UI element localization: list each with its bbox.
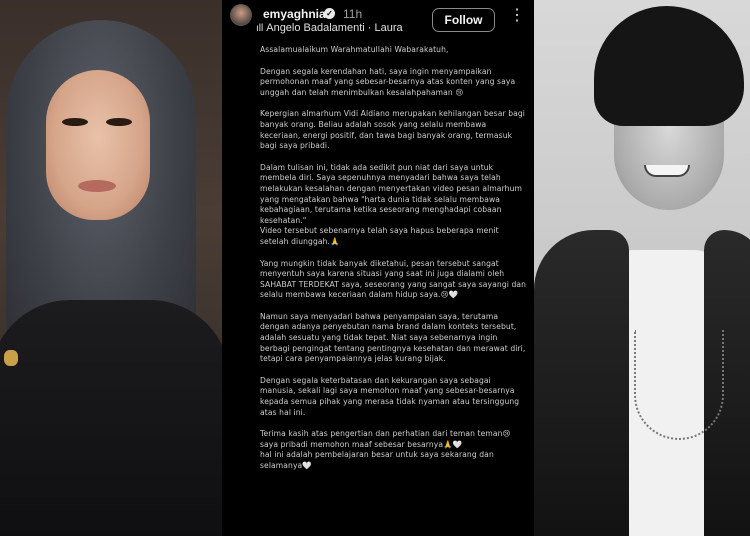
music-bars-icon: ıll xyxy=(256,23,264,34)
caption-paragraph: Namun saya menyadari bahwa penyampaian s… xyxy=(260,311,526,364)
left-eye-shape xyxy=(62,118,88,126)
right-eye-shape xyxy=(106,118,132,126)
post-caption: Assalamualaikum Warahmatullahi Wabarakat… xyxy=(260,45,528,472)
right-photo xyxy=(534,0,750,536)
jacket-left-shape xyxy=(534,230,629,536)
avatar[interactable] xyxy=(230,4,252,26)
left-photo xyxy=(0,0,222,536)
post-header: emyaghnia ✓ 11h ıll Angelo Badalamenti · … xyxy=(222,0,534,40)
caption-paragraph: hal ini adalah pembelajaran besar untuk … xyxy=(260,450,494,470)
caption-paragraph: Video tersebut sebenarnya telah saya hap… xyxy=(260,226,499,246)
face-shape xyxy=(46,70,150,220)
follow-button[interactable]: Follow xyxy=(432,8,495,32)
music-attribution[interactable]: ıll Angelo Badalamenti · Laura xyxy=(256,22,403,34)
username[interactable]: emyaghnia xyxy=(263,7,326,21)
caption-paragraph: Kepergian almarhum Vidi Aldiano merupaka… xyxy=(260,109,526,151)
verified-icon: ✓ xyxy=(324,8,335,19)
post-time: 11h xyxy=(343,7,363,21)
music-label: Angelo Badalamenti · Laura xyxy=(266,22,403,34)
caption-paragraph: saya pribadi memohon maaf sebesar besarn… xyxy=(260,439,463,449)
caption-paragraph: Dengan segala kerendahan hati, saya ingi… xyxy=(260,66,516,97)
caption-paragraph: Dalam tulisan ini, tidak ada sedikit pun… xyxy=(260,162,522,225)
necklace-shape xyxy=(634,330,724,440)
caption-paragraph: Terima kasih atas pengertian dan perhati… xyxy=(260,429,511,439)
brooch-shape xyxy=(4,350,18,366)
threads-post: emyaghnia ✓ 11h ıll Angelo Badalamenti · … xyxy=(222,0,534,536)
more-options-icon[interactable]: ⋮ xyxy=(509,8,525,24)
caption-paragraph: Yang mungkin tidak banyak diketahui, pes… xyxy=(260,258,527,300)
caption-paragraph: Assalamualaikum Warahmatullahi Wabarakat… xyxy=(260,45,449,54)
lips-shape xyxy=(78,180,116,192)
blazer-shape xyxy=(0,300,222,536)
caption-paragraph: Dengan segala keterbatasan dan kekuranga… xyxy=(260,375,520,417)
hair-shape xyxy=(594,6,744,126)
smile-shape xyxy=(644,165,690,177)
